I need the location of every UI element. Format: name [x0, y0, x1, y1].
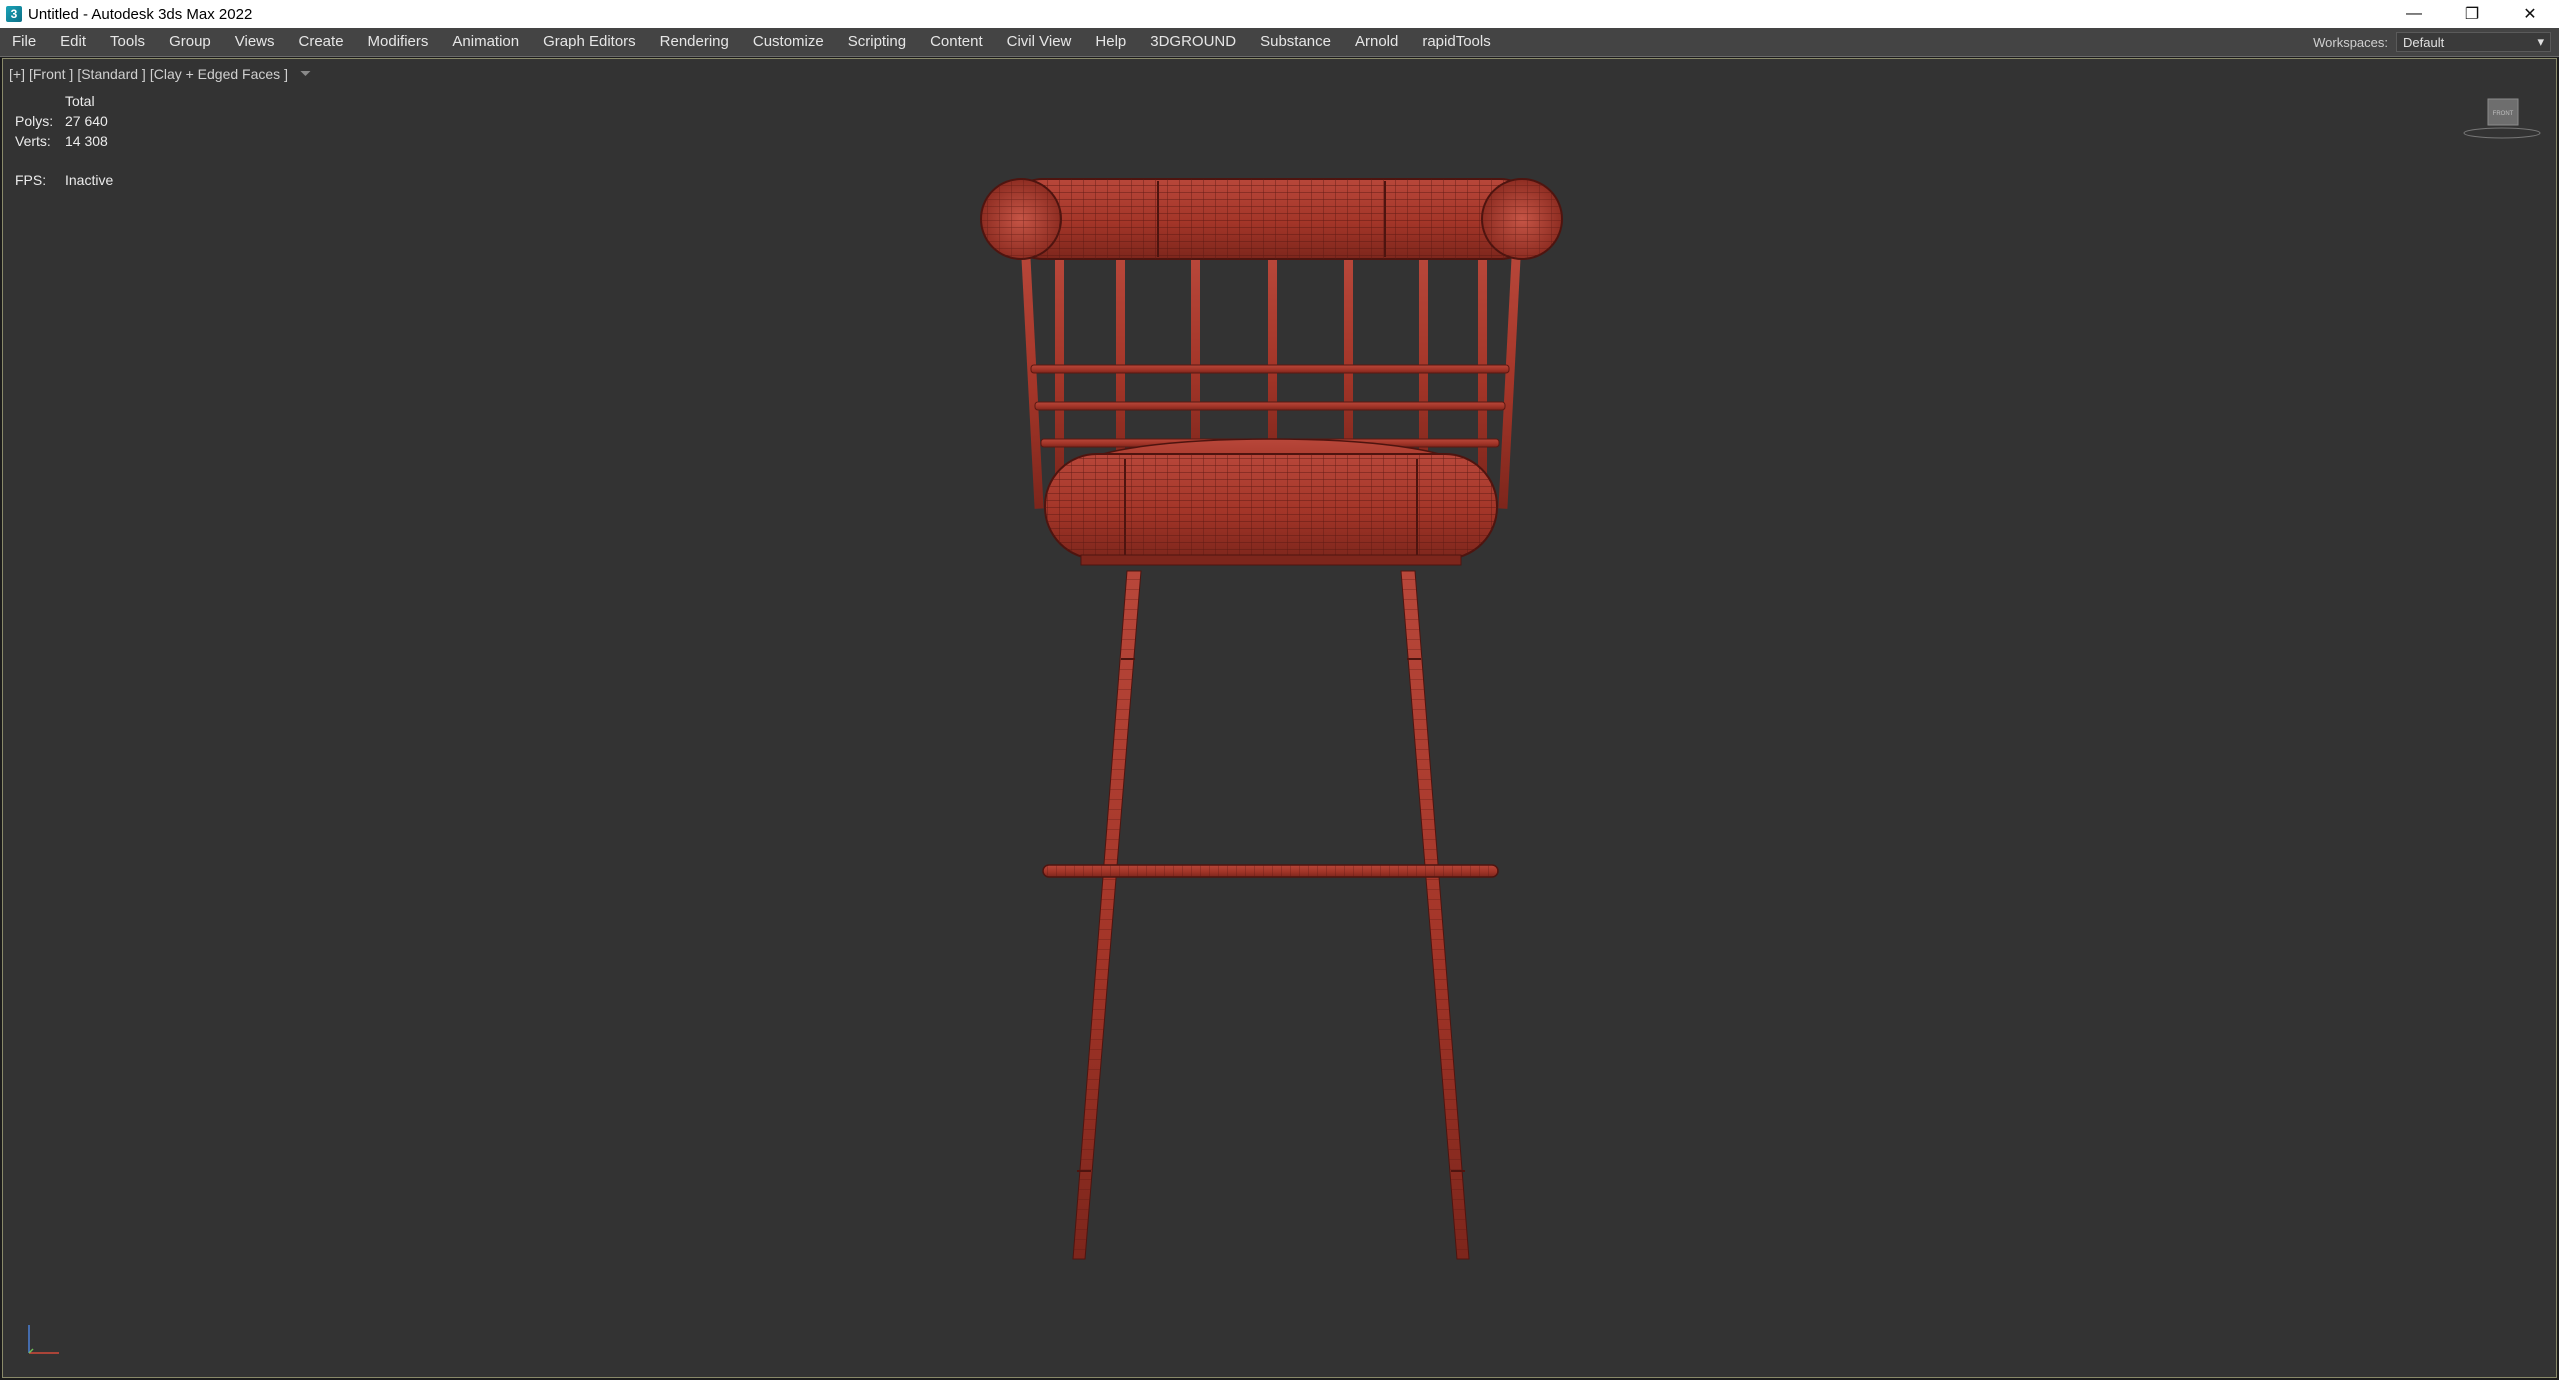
menu-tools[interactable]: Tools	[98, 28, 157, 56]
title-bar: 3 Untitled - Autodesk 3ds Max 2022 — ❐ ✕	[0, 0, 2559, 28]
menu-views[interactable]: Views	[223, 28, 287, 56]
menu-content[interactable]: Content	[918, 28, 995, 56]
workspaces-label: Workspaces:	[2313, 34, 2388, 50]
menu-civil-view[interactable]: Civil View	[995, 28, 1084, 56]
menu-rendering[interactable]: Rendering	[648, 28, 741, 56]
axis-tripod-icon	[28, 1325, 59, 1354]
front-viewport[interactable]: [+] [Front ] [Standard ] [Clay + Edged F…	[2, 58, 2557, 1378]
menu-group[interactable]: Group	[157, 28, 223, 56]
minimize-button[interactable]: —	[2385, 0, 2443, 28]
seat-cushion	[1044, 438, 1498, 566]
workspaces-value: Default	[2403, 34, 2445, 50]
menu-edit[interactable]: Edit	[48, 28, 98, 56]
menu-rapidtools[interactable]: rapidTools	[1410, 28, 1502, 56]
workspaces-dropdown[interactable]: Default ▾	[2396, 32, 2551, 52]
menu-customize[interactable]: Customize	[741, 28, 836, 56]
stool-legs	[1072, 570, 1470, 1260]
menu-substance[interactable]: Substance	[1248, 28, 1343, 56]
menu-scripting[interactable]: Scripting	[836, 28, 918, 56]
close-button[interactable]: ✕	[2501, 0, 2559, 28]
workspaces-area: Workspaces: Default ▾	[2313, 28, 2559, 56]
restore-button[interactable]: ❐	[2443, 0, 2501, 28]
menu-3dground[interactable]: 3DGROUND	[1138, 28, 1248, 56]
menu-animation[interactable]: Animation	[440, 28, 531, 56]
menu-graph-editors[interactable]: Graph Editors	[531, 28, 648, 56]
menu-create[interactable]: Create	[287, 28, 356, 56]
window-controls: — ❐ ✕	[2385, 0, 2559, 28]
menu-modifiers[interactable]: Modifiers	[356, 28, 441, 56]
scene-canvas[interactable]	[3, 59, 2556, 1377]
window-title: Untitled - Autodesk 3ds Max 2022	[28, 5, 253, 23]
menu-bar: File Edit Tools Group Views Create Modif…	[0, 28, 2559, 57]
menu-help[interactable]: Help	[1083, 28, 1138, 56]
app-icon[interactable]: 3	[6, 6, 22, 22]
menu-file[interactable]: File	[0, 28, 48, 56]
chevron-down-icon: ▾	[2537, 34, 2544, 49]
footrest-bar	[1042, 864, 1499, 878]
menu-arnold[interactable]: Arnold	[1343, 28, 1410, 56]
backrest-bolster	[980, 178, 1563, 260]
